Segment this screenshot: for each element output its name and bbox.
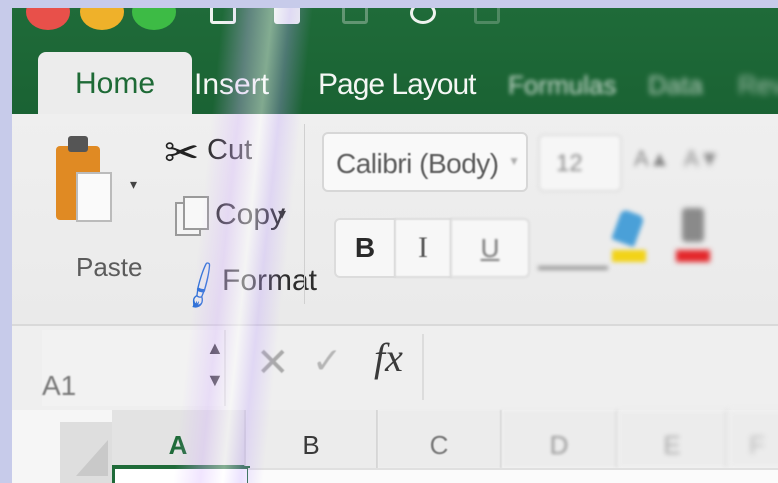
column-header-f[interactable]: F — [728, 410, 778, 468]
formula-input[interactable] — [422, 334, 778, 400]
fill-color-swatch — [612, 250, 646, 262]
chevron-down-icon: ▼ — [508, 154, 520, 168]
copy-icon-front — [183, 196, 209, 230]
insert-function-icon[interactable]: fx — [374, 334, 403, 381]
paste-dropdown-icon[interactable]: ▾ — [130, 176, 137, 193]
tab-data[interactable]: Data — [648, 56, 703, 114]
clipboard-icon[interactable] — [56, 136, 114, 228]
bold-button[interactable]: B — [334, 218, 396, 278]
paint-bucket-icon — [611, 208, 645, 248]
tab-insert[interactable]: Insert — [194, 56, 269, 114]
decrease-font-icon[interactable]: A▼ — [684, 146, 720, 172]
more-icon[interactable] — [474, 8, 500, 24]
font-color-icon[interactable] — [676, 208, 710, 264]
underline-button[interactable]: U — [450, 218, 530, 278]
increase-font-icon[interactable]: A▲ — [634, 146, 670, 172]
copy-dropdown-icon[interactable]: ▾ — [278, 204, 286, 224]
select-all-triangle-icon — [76, 440, 108, 476]
tab-home[interactable]: Home — [38, 52, 192, 118]
tab-review[interactable]: Revi — [738, 56, 778, 114]
sidebar-toggle-icon[interactable] — [210, 8, 236, 24]
cell-row-1[interactable] — [248, 468, 778, 483]
excel-window: Home Insert Page Layout Formulas Data Re… — [12, 8, 778, 483]
font-color-swatch — [676, 250, 710, 262]
column-header-b[interactable]: B — [246, 410, 378, 468]
tab-formulas[interactable]: Formulas — [508, 56, 616, 114]
font-size-select[interactable]: 12 — [538, 134, 622, 192]
clipboard-clip — [68, 136, 88, 152]
font-name-value: Calibri (Body) — [336, 148, 499, 179]
cell-a1[interactable] — [112, 466, 250, 483]
format-painter-button[interactable]: Format — [222, 264, 317, 298]
column-header-c[interactable]: C — [378, 410, 502, 468]
font-color-letter — [682, 208, 704, 242]
italic-button[interactable]: I — [394, 218, 452, 278]
undo-icon[interactable] — [342, 8, 368, 24]
cancel-formula-icon[interactable]: ✕ — [256, 340, 290, 386]
font-name-select[interactable]: Calibri (Body) ▼ — [322, 132, 528, 192]
chevron-down-icon[interactable]: ▼ — [206, 370, 224, 391]
enter-formula-icon[interactable]: ✓ — [312, 340, 342, 382]
column-header-d[interactable]: D — [502, 410, 618, 468]
cut-button[interactable]: Cut — [207, 134, 252, 167]
column-header-a[interactable]: A — [112, 410, 246, 468]
fill-color-icon[interactable] — [611, 208, 646, 264]
chevron-up-icon[interactable]: ▲ — [206, 338, 224, 359]
scissors-icon[interactable]: ✂ — [164, 132, 199, 174]
paste-button[interactable]: Paste — [76, 252, 143, 283]
copy-button[interactable]: Copy — [215, 198, 285, 232]
column-header-e[interactable]: E — [618, 410, 728, 468]
tab-page-layout[interactable]: Page Layout — [318, 56, 476, 114]
name-box-value: A1 — [42, 370, 77, 401]
borders-icon[interactable] — [538, 230, 608, 270]
copy-icon[interactable] — [175, 196, 209, 236]
clipboard-sheet — [76, 172, 112, 222]
save-icon[interactable] — [274, 8, 300, 24]
ribbon-divider — [304, 124, 305, 304]
font-size-value: 12 — [556, 150, 583, 177]
